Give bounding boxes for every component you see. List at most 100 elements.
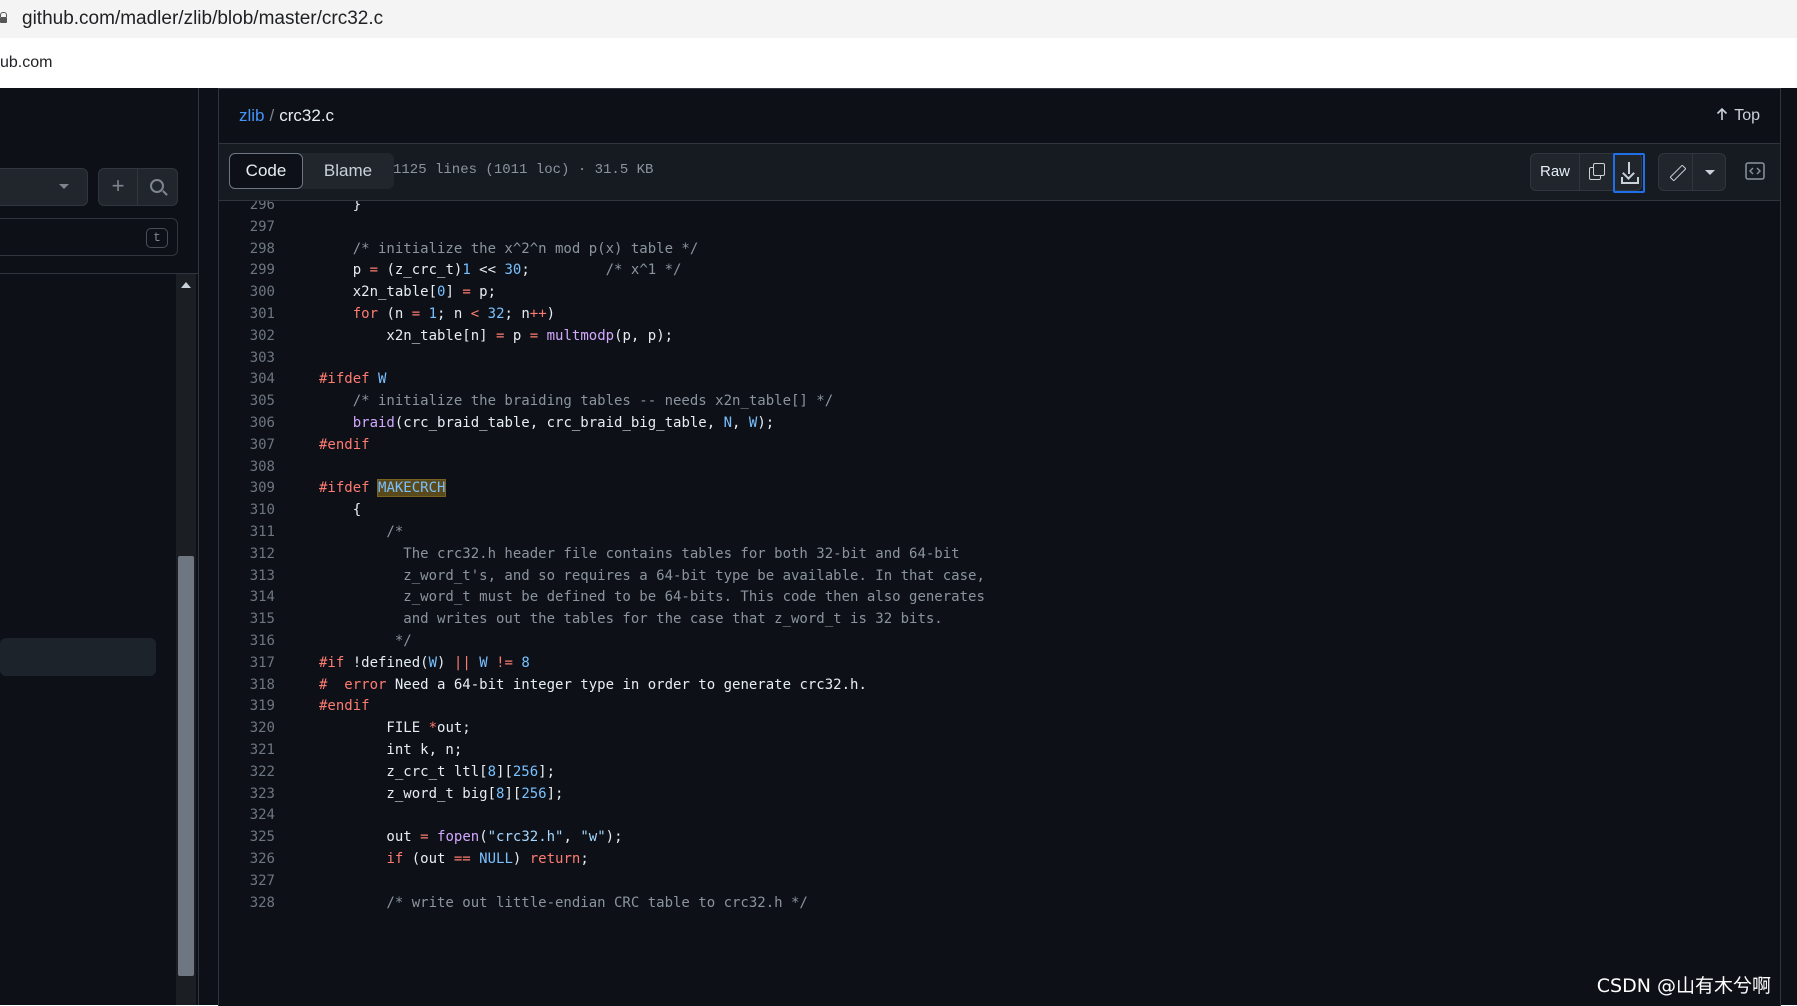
code-token: x2n_table[n] [319, 327, 497, 344]
code-token: || [453, 654, 471, 671]
code-token: 256 [521, 785, 547, 802]
code-token: #if [319, 654, 345, 671]
code-token: multmodp [546, 327, 615, 344]
code-token: #ifdef [319, 480, 370, 497]
code-token: braid [352, 415, 395, 431]
download-raw-button[interactable] [1613, 153, 1645, 193]
sidebar-divider [0, 273, 198, 274]
search-button[interactable] [138, 169, 177, 205]
code-token: N [723, 415, 733, 431]
code-token: ( [479, 829, 488, 846]
shortcut-hint: t [146, 228, 168, 248]
bookmarks-bar: ub.com [0, 38, 1797, 89]
code-token: NULL [479, 851, 513, 867]
code-token: W [428, 654, 438, 671]
edit-file-button[interactable] [1659, 154, 1692, 190]
code-token: out [319, 829, 421, 846]
breadcrumb-repo-link[interactable]: zlib [239, 106, 265, 125]
code-token: fopen [437, 829, 480, 846]
code-token: (z_crc_t) [378, 262, 463, 279]
code-square-icon [1745, 162, 1765, 180]
file-tree-sidebar: + t [0, 88, 199, 1005]
code-token: int k, n; [319, 742, 463, 758]
line-code: /* write out little-endian CRC table to … [319, 891, 807, 916]
tree-action-buttons: + [98, 168, 178, 206]
breadcrumb-filename: crc32.c [279, 106, 335, 125]
code-token: ) [512, 851, 530, 867]
code-token: 256 [512, 763, 539, 780]
code-token: 1 [428, 306, 438, 322]
code-token: # error [319, 676, 387, 693]
code-token: return [529, 851, 581, 867]
code-token: ); [757, 415, 775, 431]
code-token: z_crc_t ltl[ [319, 763, 488, 780]
tab-code[interactable]: Code [229, 153, 303, 189]
code-token: z_word_t big[ [319, 785, 497, 802]
code-token: = [369, 262, 379, 279]
chevron-down-icon [1705, 170, 1715, 175]
code-token: ); [605, 829, 623, 846]
more-edit-options-button[interactable] [1693, 154, 1725, 190]
selected-tree-item[interactable] [0, 638, 156, 676]
branch-selector[interactable] [0, 168, 88, 206]
code-token: 8 [521, 654, 530, 671]
copy-raw-button[interactable] [1580, 154, 1613, 190]
code-token: , [563, 829, 581, 846]
code-token: (out [403, 851, 454, 867]
code-token: /* initialize the braiding tables -- nee… [319, 393, 834, 410]
code-token: ; [580, 851, 589, 867]
scroll-up-arrow-icon[interactable] [181, 282, 191, 288]
code-token: /* x^1 */ [605, 262, 682, 279]
code-token: ]; [546, 785, 564, 802]
code-token: = [529, 327, 539, 344]
code-token: ][ [504, 785, 522, 802]
tab-blame[interactable]: Blame [303, 153, 393, 189]
file-info: 1125 lines (1011 loc) · 31.5 KB [393, 162, 654, 178]
code-token: < [470, 306, 480, 322]
top-label: Top [1734, 107, 1760, 124]
code-line: 328 /* write out little-endian CRC table… [219, 891, 1780, 916]
code-token: == [453, 851, 471, 867]
code-token: ; n [437, 306, 471, 322]
code-token: 8 [487, 763, 497, 780]
github-file-view: + t zlib/crc32.c Top Code Blame 1125 l [0, 88, 1797, 1006]
line-number[interactable]: 328 [219, 891, 275, 916]
top-button[interactable]: Top [1716, 106, 1760, 125]
code-token: FILE [319, 720, 429, 737]
code-token: , [732, 415, 749, 431]
go-to-file-input[interactable]: t [0, 218, 178, 256]
watermark: CSDN @山有木兮啊 [1596, 975, 1771, 997]
code-token: ; [521, 262, 606, 279]
add-file-button[interactable]: + [99, 169, 137, 205]
code-token: MAKECRCH [377, 479, 447, 498]
chevron-down-icon [59, 184, 69, 189]
file-toolbar: Code Blame 1125 lines (1011 loc) · 31.5 … [219, 144, 1780, 201]
code-token: 1 [462, 262, 471, 279]
code-viewer[interactable]: 296 } 297 298 /* initialize the x^2^n mod … [219, 201, 1780, 1006]
code-token: p [504, 327, 530, 344]
bookmark-item[interactable]: ub.com [0, 54, 52, 72]
code-token: * [428, 720, 438, 737]
code-token: { [319, 502, 362, 519]
code-token: ] [445, 284, 463, 301]
url-text[interactable]: github.com/madler/zlib/blob/master/crc32… [22, 8, 383, 30]
code-token: } [319, 201, 362, 213]
file-content-panel: zlib / crc32.c Top Code Blame 1125 lines (… [218, 88, 1781, 1006]
address-bar[interactable]: github.com/madler/zlib/blob/master/crc32… [0, 0, 1797, 38]
view-mode-toggle: Code Blame [229, 153, 394, 189]
symbols-panel-button[interactable] [1738, 153, 1772, 189]
code-token: z_word_t must be defined to be 64-bits. … [319, 589, 985, 606]
scrollbar-thumb[interactable] [178, 556, 194, 976]
raw-button[interactable]: Raw [1531, 154, 1579, 190]
code-token: W [479, 654, 488, 671]
code-token: The crc32.h header file contains tables … [319, 545, 960, 562]
code-token: /* [319, 524, 404, 540]
